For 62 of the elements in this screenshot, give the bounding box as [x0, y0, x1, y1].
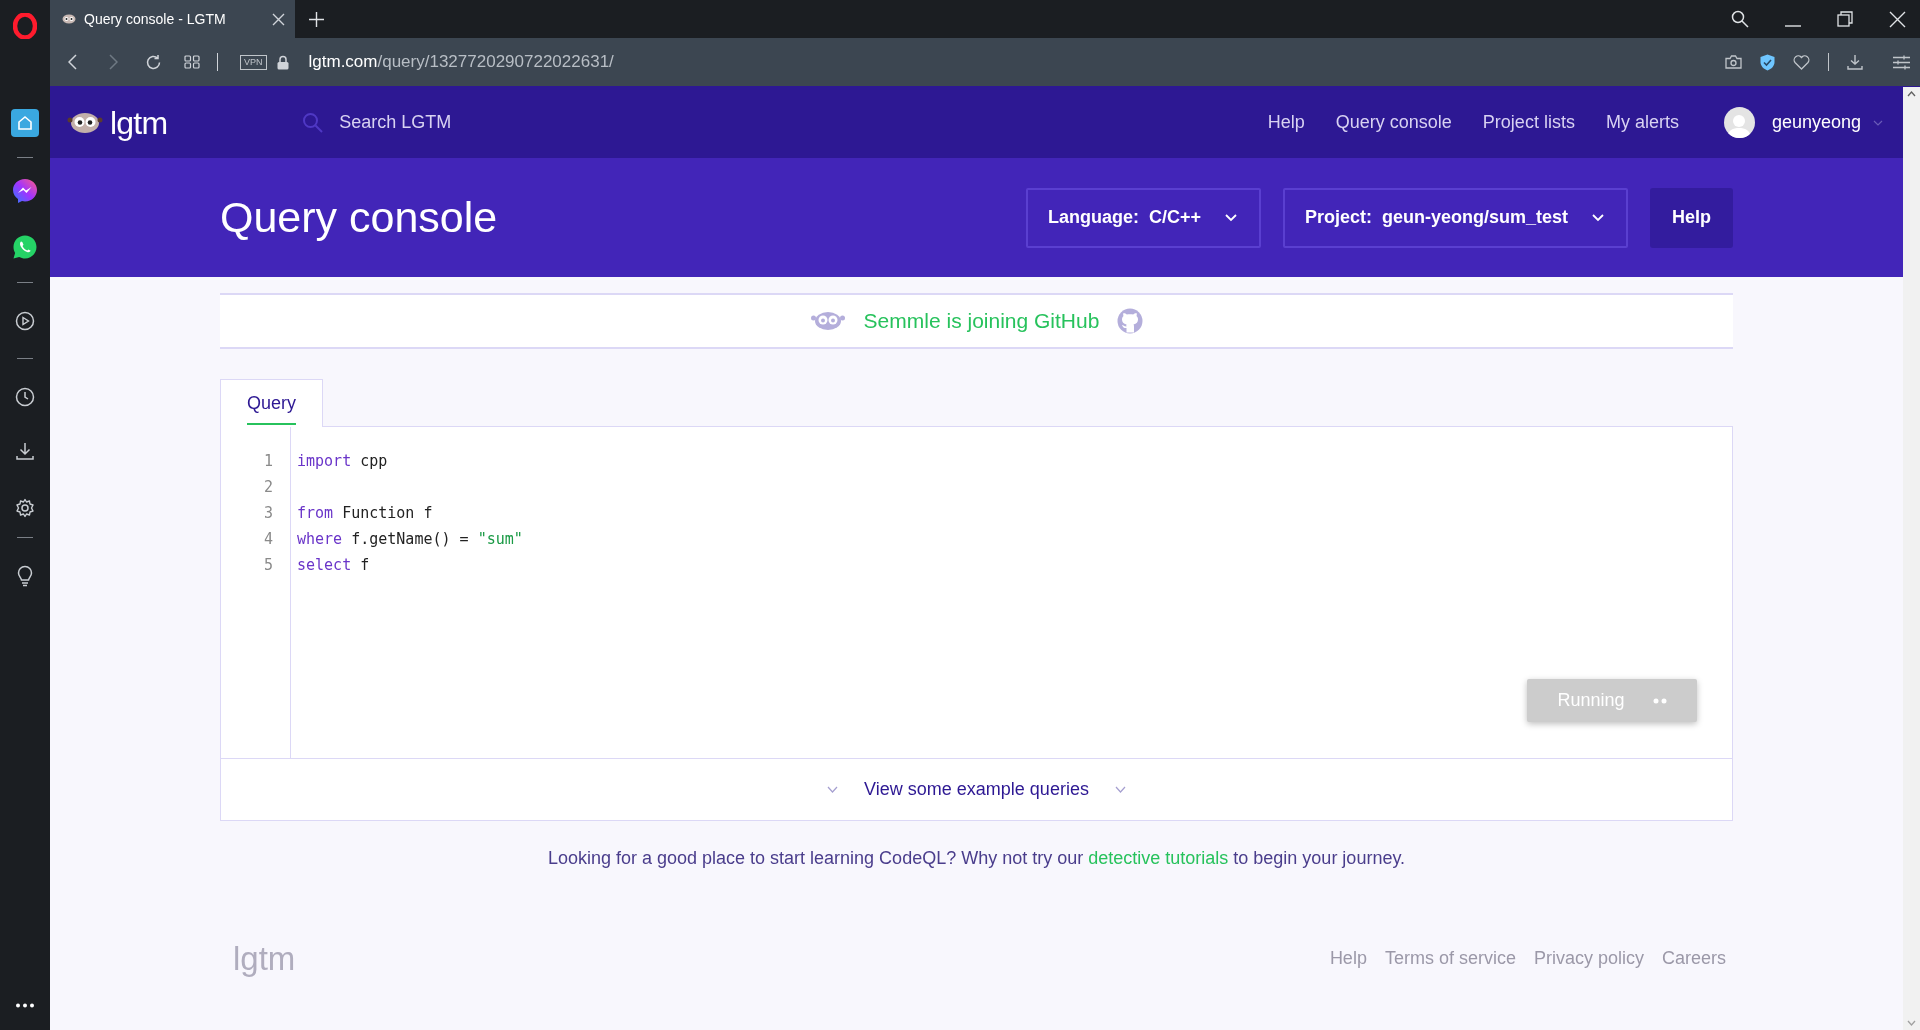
avatar[interactable]	[1723, 107, 1755, 138]
url-field[interactable]: lgtm.com/query/1327720290722022631/	[308, 49, 614, 75]
learning-text: Looking for a good place to start learning CodeQL? Why not try our detective tutorials to begin your journey.	[546, 847, 1407, 870]
nav-link[interactable]: My alerts	[1605, 109, 1679, 136]
line-number: 5	[263, 555, 273, 576]
download-icon[interactable]	[1847, 54, 1863, 70]
line-number: 1	[263, 451, 273, 472]
lock-icon[interactable]	[276, 54, 289, 70]
spinner-icon	[1652, 697, 1667, 704]
owl-logo-icon[interactable]	[67, 110, 103, 135]
nav-link[interactable]: Help	[1267, 109, 1305, 136]
home-icon[interactable]	[11, 109, 39, 137]
code-line: where f.getName() = "sum"	[297, 529, 523, 550]
close-icon[interactable]	[272, 12, 285, 26]
search-field[interactable]: Search LGTM	[339, 109, 600, 136]
line-number: 4	[263, 529, 273, 550]
settings-icon[interactable]	[15, 498, 35, 518]
dropdown[interactable]: Language: C/C++	[1025, 187, 1261, 248]
search-icon[interactable]	[1731, 10, 1749, 28]
browser-tab[interactable]: Query console - LGTM	[50, 0, 295, 38]
download-icon[interactable]	[15, 441, 35, 461]
tab-title: Query console - LGTM	[84, 9, 227, 29]
back-icon[interactable]	[68, 54, 78, 70]
editor-tab[interactable]: Query	[220, 379, 323, 427]
scrollbar[interactable]	[1903, 87, 1920, 1030]
grid-icon[interactable]	[184, 54, 200, 70]
nav-link[interactable]: Query console	[1335, 109, 1452, 136]
close-icon[interactable]	[1889, 10, 1906, 28]
site-logo[interactable]: lgtm	[110, 106, 168, 139]
sliders-icon[interactable]	[1893, 54, 1910, 70]
clock-icon[interactable]	[15, 387, 35, 407]
shield-icon[interactable]	[1760, 53, 1775, 71]
whatsapp-icon[interactable]	[12, 234, 38, 260]
username[interactable]: geunyeong	[1771, 109, 1861, 136]
messenger-icon[interactable]	[12, 178, 38, 204]
chevron-down-icon	[1114, 786, 1126, 793]
lightbulb-icon[interactable]	[15, 565, 35, 587]
restore-icon[interactable]	[1837, 11, 1853, 27]
line-number: 2	[263, 477, 273, 498]
vpn-badge[interactable]: VPN	[240, 54, 267, 70]
help-button[interactable]: Help	[1650, 187, 1733, 248]
new-tab-icon[interactable]	[309, 11, 324, 27]
owl-icon	[62, 14, 76, 24]
more-icon[interactable]	[15, 1003, 35, 1008]
opera-logo-icon[interactable]	[13, 13, 37, 39]
code-line: import cpp	[297, 451, 388, 472]
heart-icon[interactable]	[1793, 54, 1810, 70]
scroll-up-icon[interactable]	[1907, 91, 1916, 97]
owl-icon	[809, 310, 846, 332]
line-number: 3	[263, 503, 273, 524]
chevron-down-icon	[1224, 213, 1237, 222]
chevron-down-icon	[827, 786, 839, 793]
code-line: from Function f	[297, 503, 433, 524]
nav-link[interactable]: Project lists	[1482, 109, 1575, 136]
examples-link[interactable]: View some example queries	[864, 776, 1089, 803]
chevron-down-icon	[1592, 213, 1604, 222]
code-line: select f	[297, 555, 370, 576]
camera-icon[interactable]	[1725, 55, 1742, 69]
reload-icon[interactable]	[145, 53, 162, 71]
dropdown[interactable]: Project: geun-yeong/sum_test	[1282, 187, 1628, 248]
play-icon[interactable]	[15, 311, 35, 331]
page-title: Query console	[220, 196, 499, 239]
